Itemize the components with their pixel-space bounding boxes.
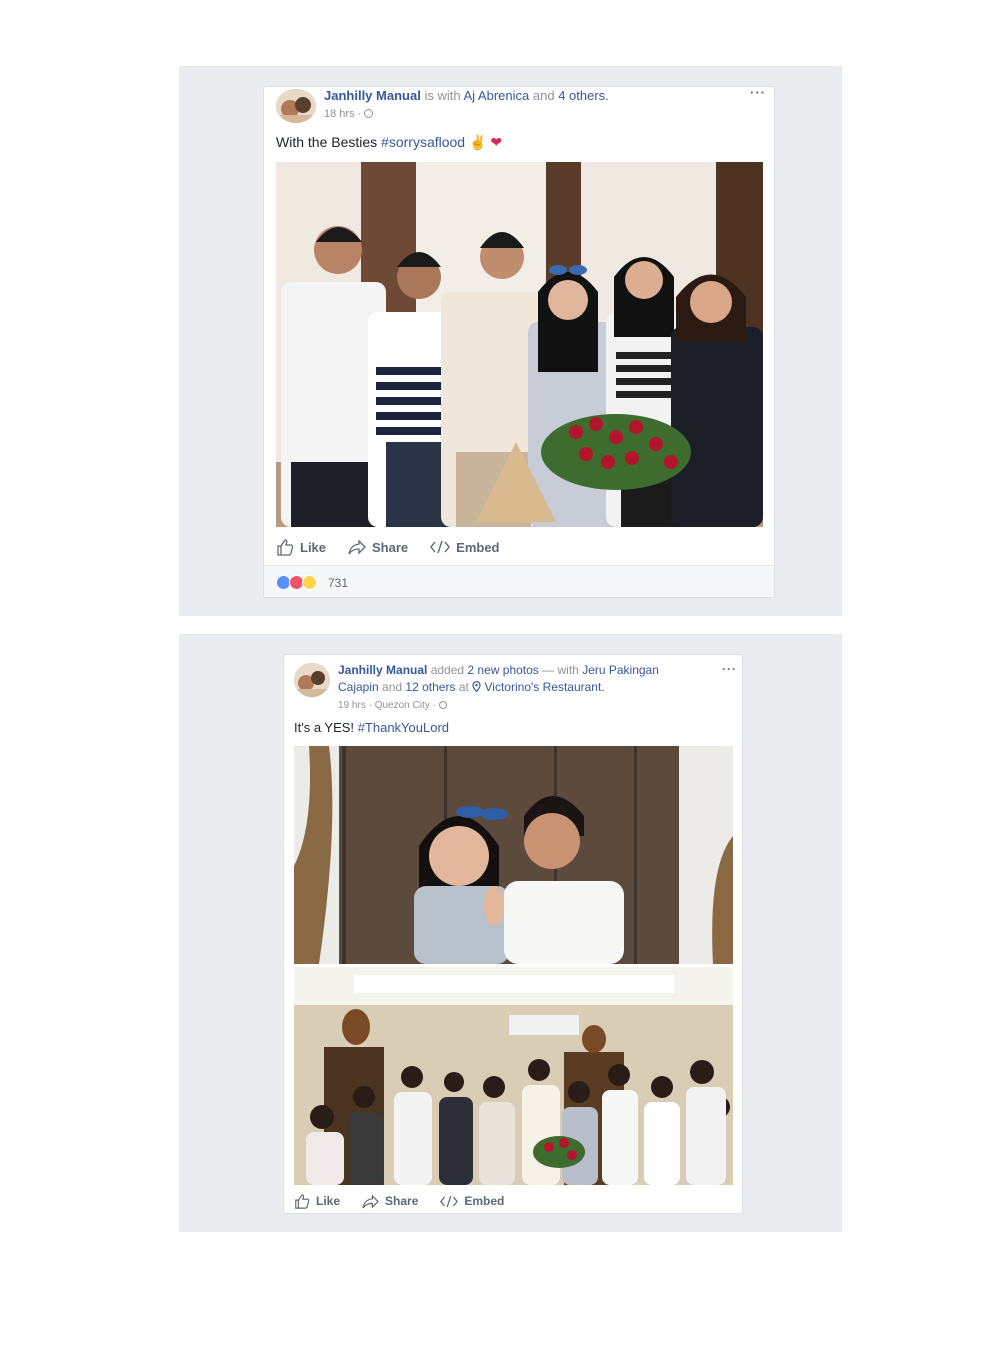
share-button[interactable]: Share (362, 1193, 418, 1209)
post-time[interactable]: 18 hrs (324, 108, 355, 120)
globe-icon (438, 701, 447, 709)
author-avatar[interactable] (294, 663, 330, 697)
thumbs-up-icon (295, 1194, 310, 1209)
post-photo-2[interactable] (294, 967, 733, 1185)
like-button[interactable]: Like (294, 1193, 340, 1209)
location-link[interactable]: Quezon City (375, 700, 430, 711)
more-options-icon[interactable]: ··· (750, 85, 766, 100)
post-card-1: Janhilly Manual is with Aj Abrenica and … (263, 85, 775, 598)
like-label: Like (316, 1194, 341, 1208)
share-icon (348, 539, 366, 555)
code-icon (430, 540, 451, 554)
post-time[interactable]: 19 hrs (338, 700, 366, 711)
others-link[interactable]: 4 others. (558, 88, 609, 103)
post-actions: Like Share Embed (294, 1193, 504, 1209)
like-label: Like (300, 539, 327, 555)
embed-label: Embed (464, 1194, 505, 1208)
post-text: It's a YES! #ThankYouLord (294, 720, 449, 735)
separator: · (357, 108, 362, 120)
photos-link[interactable]: 2 new photos (467, 663, 538, 677)
with-text: is with (424, 88, 461, 103)
thumbs-up-icon (277, 539, 294, 556)
globe-icon (364, 109, 374, 118)
hashtag-link[interactable]: #sorrysaflood (381, 134, 465, 150)
share-icon (362, 1193, 379, 1209)
share-button[interactable]: Share (348, 538, 408, 556)
tagged-user[interactable]: Aj Abrenica (463, 88, 529, 103)
post-photo[interactable] (276, 162, 763, 527)
post-photo-1[interactable] (294, 746, 733, 964)
post-meta: 18 hrs · (324, 108, 374, 120)
and-text: and (382, 680, 403, 694)
heart-icon: ❤ (490, 134, 503, 150)
post-header: Janhilly Manual added 2 new photos — wit… (338, 662, 688, 696)
embed-button[interactable]: Embed (440, 1193, 504, 1209)
share-label: Share (372, 539, 409, 555)
author-name[interactable]: Janhilly Manual (324, 88, 421, 103)
post-body: With the Besties (276, 134, 378, 150)
separator: · (432, 700, 436, 711)
reactions-bar[interactable]: 731 (264, 565, 774, 597)
author-name[interactable]: Janhilly Manual (338, 663, 427, 677)
and-text: and (532, 88, 555, 103)
post-body: It's a YES! (294, 720, 355, 735)
author-avatar[interactable] (276, 89, 316, 123)
with-text: — with (542, 663, 579, 677)
share-label: Share (385, 1194, 419, 1208)
post-card-2: Janhilly Manual added 2 new photos — wit… (283, 654, 743, 1214)
added-text: added (430, 663, 465, 677)
others-link[interactable]: 12 others (405, 680, 455, 694)
location-pin-icon (472, 681, 481, 693)
post-actions: Like Share Embed (276, 538, 500, 556)
embed-label: Embed (456, 539, 500, 555)
hashtag-link[interactable]: #ThankYouLord (358, 720, 449, 735)
post-screenshot-2: Janhilly Manual added 2 new photos — wit… (179, 634, 842, 1232)
victory-hand-icon: ✌ (468, 134, 487, 150)
code-icon (440, 1195, 459, 1207)
reaction-count[interactable]: 731 (328, 576, 348, 590)
wow-reaction-icon (302, 575, 317, 590)
separator: · (368, 700, 372, 711)
place-link[interactable]: Victorino's Restaurant. (485, 680, 605, 694)
post-screenshot-1: Janhilly Manual is with Aj Abrenica and … (179, 66, 842, 616)
embed-button[interactable]: Embed (430, 538, 500, 556)
at-text: at (458, 680, 469, 694)
post-meta: 19 hrs · Quezon City · (338, 700, 447, 711)
post-text: With the Besties #sorrysaflood ✌ ❤ (276, 134, 502, 151)
like-button[interactable]: Like (276, 538, 326, 556)
post-header: Janhilly Manual is with Aj Abrenica and … (324, 87, 744, 104)
more-options-icon[interactable]: ··· (722, 662, 737, 676)
